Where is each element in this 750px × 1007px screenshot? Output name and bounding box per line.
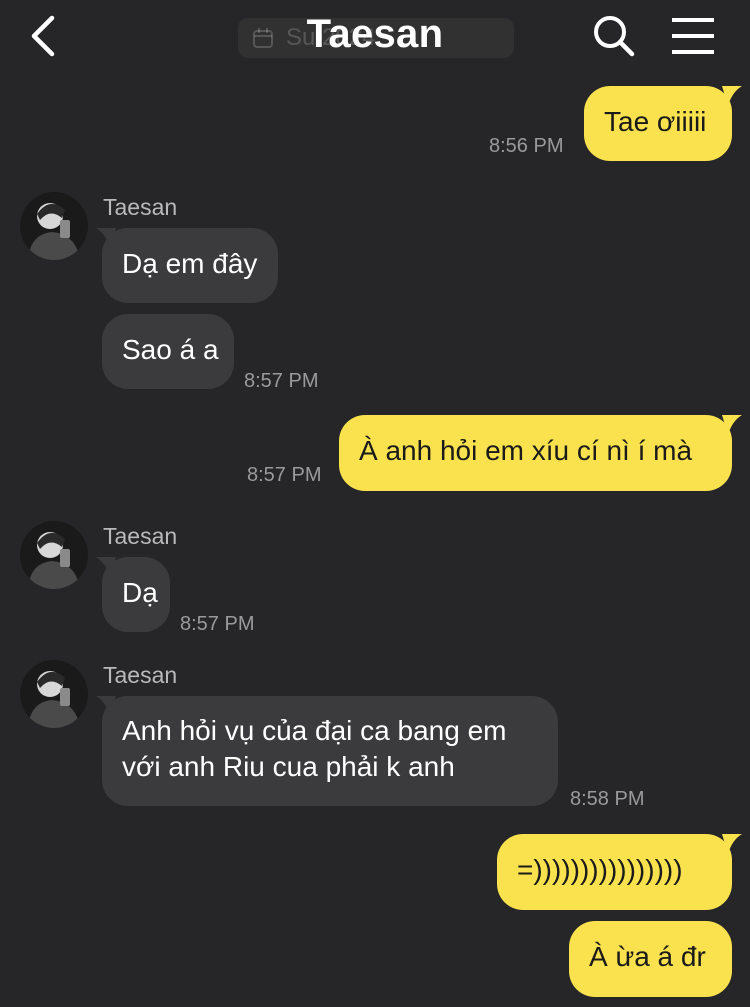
message-text: Tae ơiiiii: [604, 106, 707, 137]
avatar[interactable]: [20, 521, 88, 589]
search-icon[interactable]: [590, 12, 638, 60]
message-text-line: với anh Riu cua phải k anh: [122, 751, 455, 782]
message-time: 8:57 PM: [244, 370, 319, 392]
message-time: 8:56 PM: [489, 135, 564, 157]
avatar[interactable]: [20, 660, 88, 728]
message-bubble-outgoing[interactable]: Tae ơiiiii: [584, 86, 732, 161]
message-time: 8:58 PM: [570, 788, 645, 810]
message-text: Sao á a: [122, 334, 219, 365]
message-bubble-outgoing[interactable]: =)))))))))))))))): [497, 834, 732, 910]
message-time: 8:57 PM: [247, 464, 322, 486]
bubble-tail: [722, 415, 742, 435]
message-time: 8:57 PM: [180, 613, 255, 635]
message-text: Dạ em đây: [122, 248, 258, 279]
message-bubble-incoming[interactable]: Dạ: [102, 557, 170, 632]
avatar[interactable]: [20, 192, 88, 260]
sender-name: Taesan: [103, 194, 178, 220]
avatar-image: [20, 192, 88, 260]
message-text-line: Anh hỏi vụ của đại ca bang em: [122, 715, 507, 746]
avatar-image: [20, 660, 88, 728]
sender-name: Taesan: [103, 662, 178, 688]
sender-name: Taesan: [103, 523, 178, 549]
message-text: =)))))))))))))))): [517, 854, 683, 885]
message-bubble-outgoing[interactable]: À ừa á đr: [569, 921, 732, 997]
avatar-image: [20, 521, 88, 589]
message-bubble-outgoing[interactable]: À anh hỏi em xíu cí nì í mà: [339, 415, 732, 491]
message-bubble-incoming[interactable]: Dạ em đây: [102, 228, 278, 303]
message-text: Dạ: [122, 577, 158, 608]
message-bubble-incoming[interactable]: Sao á a: [102, 314, 234, 389]
chat-header: Su 2024 Taesan: [0, 0, 750, 76]
message-text: À ừa á đr: [589, 941, 706, 972]
message-text: À anh hỏi em xíu cí nì í mà: [359, 435, 693, 466]
menu-icon[interactable]: [666, 12, 722, 60]
bubble-tail: [722, 86, 742, 106]
message-bubble-incoming[interactable]: Anh hỏi vụ của đại ca bang em với anh Ri…: [102, 696, 558, 806]
bubble-tail: [722, 834, 742, 854]
